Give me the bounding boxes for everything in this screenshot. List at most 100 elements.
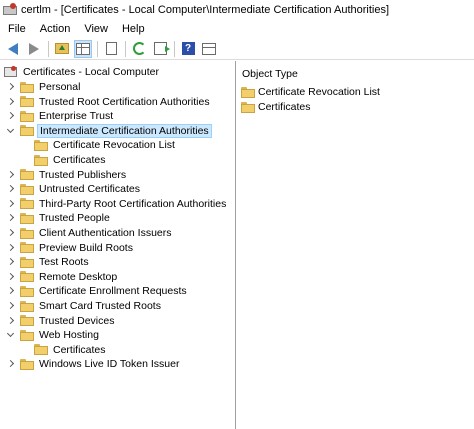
menu-view[interactable]: View: [77, 23, 115, 35]
tree-item[interactable]: Remote Desktop: [20, 270, 119, 284]
chevron-right-icon[interactable]: [6, 214, 15, 222]
tree-item-label: Certificate Revocation List: [53, 139, 175, 152]
folder-icon: [20, 183, 34, 195]
tree-item[interactable]: Intermediate Certification Authorities: [20, 123, 212, 138]
folder-icon: [20, 125, 34, 137]
tree-item-label: Client Authentication Issuers: [39, 227, 172, 239]
tree-item[interactable]: Trusted Publishers: [20, 168, 128, 182]
chevron-right-icon[interactable]: [6, 112, 15, 120]
chevron-down-icon[interactable]: [6, 125, 15, 135]
tree-item-label: Certificate Enrollment Requests: [39, 285, 187, 298]
up-folder-icon: [55, 43, 69, 54]
title-bar: certlm - [Certificates - Local Computer\…: [0, 0, 474, 20]
folder-icon: [20, 329, 34, 341]
properties-button[interactable]: [102, 40, 120, 58]
tree-item[interactable]: Untrusted Certificates: [20, 182, 142, 196]
chevron-right-icon[interactable]: [6, 360, 15, 368]
chevron-right-icon[interactable]: [6, 82, 15, 91]
tree-item[interactable]: Test Roots: [20, 255, 91, 269]
chevron-right-icon[interactable]: [6, 301, 15, 310]
chevron-right-icon[interactable]: [6, 97, 15, 106]
chevron-right-icon[interactable]: [6, 287, 15, 295]
tree-item[interactable]: Certificate Enrollment Requests: [20, 284, 189, 298]
tree-item[interactable]: Personal: [20, 80, 82, 94]
forward-button[interactable]: [25, 40, 43, 58]
chevron-right-icon[interactable]: [6, 316, 15, 325]
show-hide-console-tree-button[interactable]: [74, 39, 92, 58]
tree-item-label: Enterprise Trust: [39, 110, 114, 123]
chevron-right-icon[interactable]: [6, 185, 15, 193]
tree-item[interactable]: Trusted People: [20, 211, 112, 225]
folder-icon: [20, 212, 34, 224]
export-list-button[interactable]: [151, 40, 170, 58]
tree-item-label: Untrusted Certificates: [39, 183, 140, 196]
folder-icon: [20, 110, 34, 122]
tree-item[interactable]: Client Authentication Issuers: [20, 226, 174, 240]
list-item[interactable]: Certificate Revocation List: [241, 85, 380, 99]
refresh-icon: [132, 42, 146, 55]
details-pane: Object Type Certificate Revocation List …: [237, 61, 474, 429]
folder-icon: [20, 96, 34, 108]
tree-item[interactable]: Enterprise Trust: [20, 109, 115, 123]
chevron-right-icon[interactable]: [6, 243, 15, 252]
certificate-app-icon: [3, 3, 17, 17]
menu-action[interactable]: Action: [33, 23, 78, 35]
toolbar-separator: [97, 40, 98, 57]
export-list-icon: [153, 42, 170, 55]
chevron-right-icon[interactable]: [6, 228, 15, 237]
chevron-right-icon[interactable]: [6, 258, 15, 266]
tree-item[interactable]: Trusted Root Certification Authorities: [20, 95, 212, 109]
tree-item[interactable]: Certificates: [34, 343, 108, 357]
tree-item[interactable]: Certificate Revocation List: [34, 138, 177, 152]
forward-arrow-icon: [29, 42, 39, 55]
list-item-label: Certificate Revocation List: [258, 86, 380, 98]
chevron-right-icon[interactable]: [6, 199, 15, 208]
tree-item-label: Personal: [39, 81, 81, 93]
refresh-button[interactable]: [130, 40, 148, 58]
tree-item[interactable]: Trusted Devices: [20, 314, 116, 328]
toolbar-separator: [125, 40, 126, 57]
tree-item[interactable]: Preview Build Roots: [20, 241, 135, 255]
tree-item[interactable]: Windows Live ID Token Issuer: [20, 357, 181, 371]
folder-icon: [20, 169, 34, 181]
tree-root[interactable]: Certificates - Local Computer: [4, 65, 161, 79]
show-hide-action-pane-button[interactable]: [200, 40, 218, 58]
help-button[interactable]: ?: [179, 40, 197, 58]
console-tree[interactable]: Certificates - Local Computer Personal Tr…: [0, 61, 236, 429]
folder-icon: [20, 227, 34, 239]
tree-item[interactable]: Certificates: [34, 153, 108, 167]
folder-icon: [20, 198, 34, 210]
column-header-object-type[interactable]: Object Type: [242, 68, 298, 80]
chevron-right-icon[interactable]: [6, 272, 15, 281]
properties-icon: [105, 42, 117, 55]
tree-item[interactable]: Smart Card Trusted Roots: [20, 299, 163, 313]
folder-icon: [241, 86, 255, 98]
tree-item-label: Intermediate Certification Authorities: [37, 123, 212, 138]
up-one-level-button[interactable]: [53, 40, 71, 58]
toolbar: ?: [0, 38, 474, 60]
folder-icon: [34, 139, 48, 151]
tree-item-label: Windows Live ID Token Issuer: [39, 358, 180, 371]
tree-item[interactable]: Third-Party Root Certification Authoriti…: [20, 197, 228, 211]
folder-icon: [20, 300, 34, 312]
chevron-down-icon[interactable]: [6, 330, 15, 339]
folder-icon: [20, 315, 34, 327]
tree-item-label: Third-Party Root Certification Authoriti…: [39, 197, 227, 210]
back-button[interactable]: [4, 40, 22, 58]
tree-item-label: Web Hosting: [39, 329, 99, 342]
folder-icon: [20, 271, 34, 283]
tree-item-label: Remote Desktop: [39, 270, 118, 283]
menu-file[interactable]: File: [0, 23, 33, 35]
folder-icon: [20, 256, 34, 268]
menu-help[interactable]: Help: [115, 23, 152, 35]
list-item[interactable]: Certificates: [241, 100, 311, 114]
show-hide-tree-icon: [76, 42, 90, 55]
chevron-right-icon[interactable]: [6, 170, 15, 179]
action-pane-icon: [202, 42, 216, 55]
tree-item-label: Trusted Publishers: [39, 168, 127, 181]
back-arrow-icon: [8, 42, 18, 55]
help-icon: ?: [181, 42, 195, 55]
folder-icon: [34, 154, 48, 166]
tree-item[interactable]: Web Hosting: [20, 328, 101, 342]
folder-icon: [20, 81, 34, 93]
